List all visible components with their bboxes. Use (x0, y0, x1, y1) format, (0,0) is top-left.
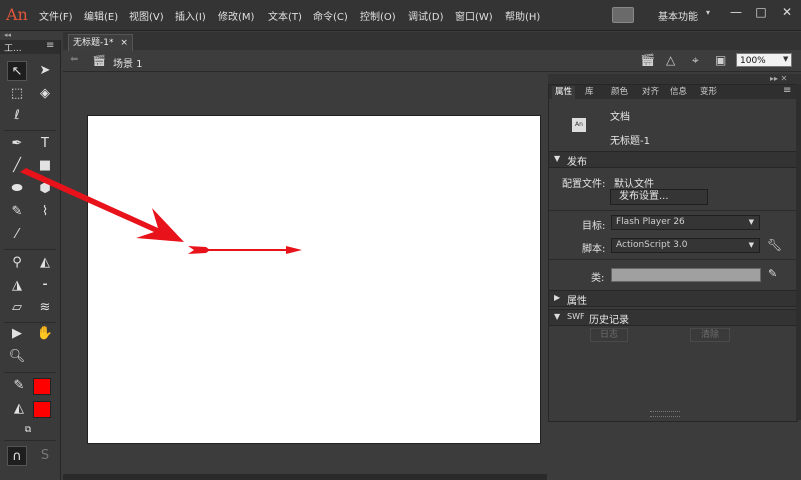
divider (549, 210, 796, 211)
tab-transform[interactable]: 变形 (697, 86, 720, 99)
target-value: Flash Player 26 (616, 217, 685, 227)
pointer-arrow-annotation (20, 168, 184, 242)
chevron-down-icon: ▼ (748, 218, 754, 226)
clear-button[interactable]: 清除 (690, 328, 730, 342)
panel-resize-grip[interactable] (650, 411, 680, 417)
edit-class-pencil-icon[interactable]: ✎ (768, 267, 777, 280)
tab-align[interactable]: 对齐 (639, 86, 662, 99)
script-value: ActionScript 3.0 (616, 240, 688, 250)
tab-properties[interactable]: 属性 (552, 86, 576, 99)
tab-library[interactable]: 库 (582, 86, 597, 99)
tab-color[interactable]: 颜色 (608, 86, 631, 99)
publish-section-header[interactable]: ▼ 发布 (549, 151, 796, 168)
target-label: 目标: (582, 221, 606, 232)
profile-label: 配置文件: (562, 179, 606, 190)
divider (549, 259, 796, 260)
wrench-icon[interactable]: 🔧︎ (767, 238, 782, 252)
expanded-arrow-icon: ▼ (554, 154, 561, 163)
publish-section-title: 发布 (567, 157, 587, 168)
script-select[interactable]: ActionScript 3.0 ▼ (611, 238, 760, 253)
chevron-down-icon: ▼ (748, 241, 754, 249)
vertical-scrollbar[interactable] (796, 84, 801, 420)
document-type-label: 文档 (610, 112, 630, 123)
profile-value: 默认文件 (614, 179, 654, 190)
document-type-icon: An (572, 118, 586, 132)
panel-menu-icon[interactable]: ≡ (783, 85, 791, 96)
drawn-arrow-line[interactable] (188, 246, 302, 254)
publish-settings-button[interactable]: 发布设置... (610, 189, 708, 205)
expanded-arrow-icon: ▼ (554, 312, 561, 321)
swf-history-title: 历史记录 (589, 315, 629, 326)
script-label: 脚本: (582, 244, 606, 255)
collapsed-arrow-icon: ▶ (554, 293, 561, 302)
document-name: 无标题-1 (610, 136, 650, 147)
log-button[interactable]: 日志 (590, 328, 628, 342)
tab-info[interactable]: 信息 (667, 86, 690, 99)
properties-section-title: 属性 (567, 296, 587, 307)
class-input[interactable] (611, 268, 761, 282)
swf-history-section-header[interactable]: ▼ SWF 历史记录 (549, 309, 796, 326)
properties-section-header[interactable]: ▶ 属性 (549, 290, 796, 307)
swf-prefix: SWF (567, 312, 585, 321)
collapse-panels-icon[interactable]: ▸▸ ✕ (770, 74, 787, 83)
class-label: 类: (591, 273, 605, 284)
panel-dock-bar (548, 74, 801, 84)
target-select[interactable]: Flash Player 26 ▼ (611, 215, 760, 230)
